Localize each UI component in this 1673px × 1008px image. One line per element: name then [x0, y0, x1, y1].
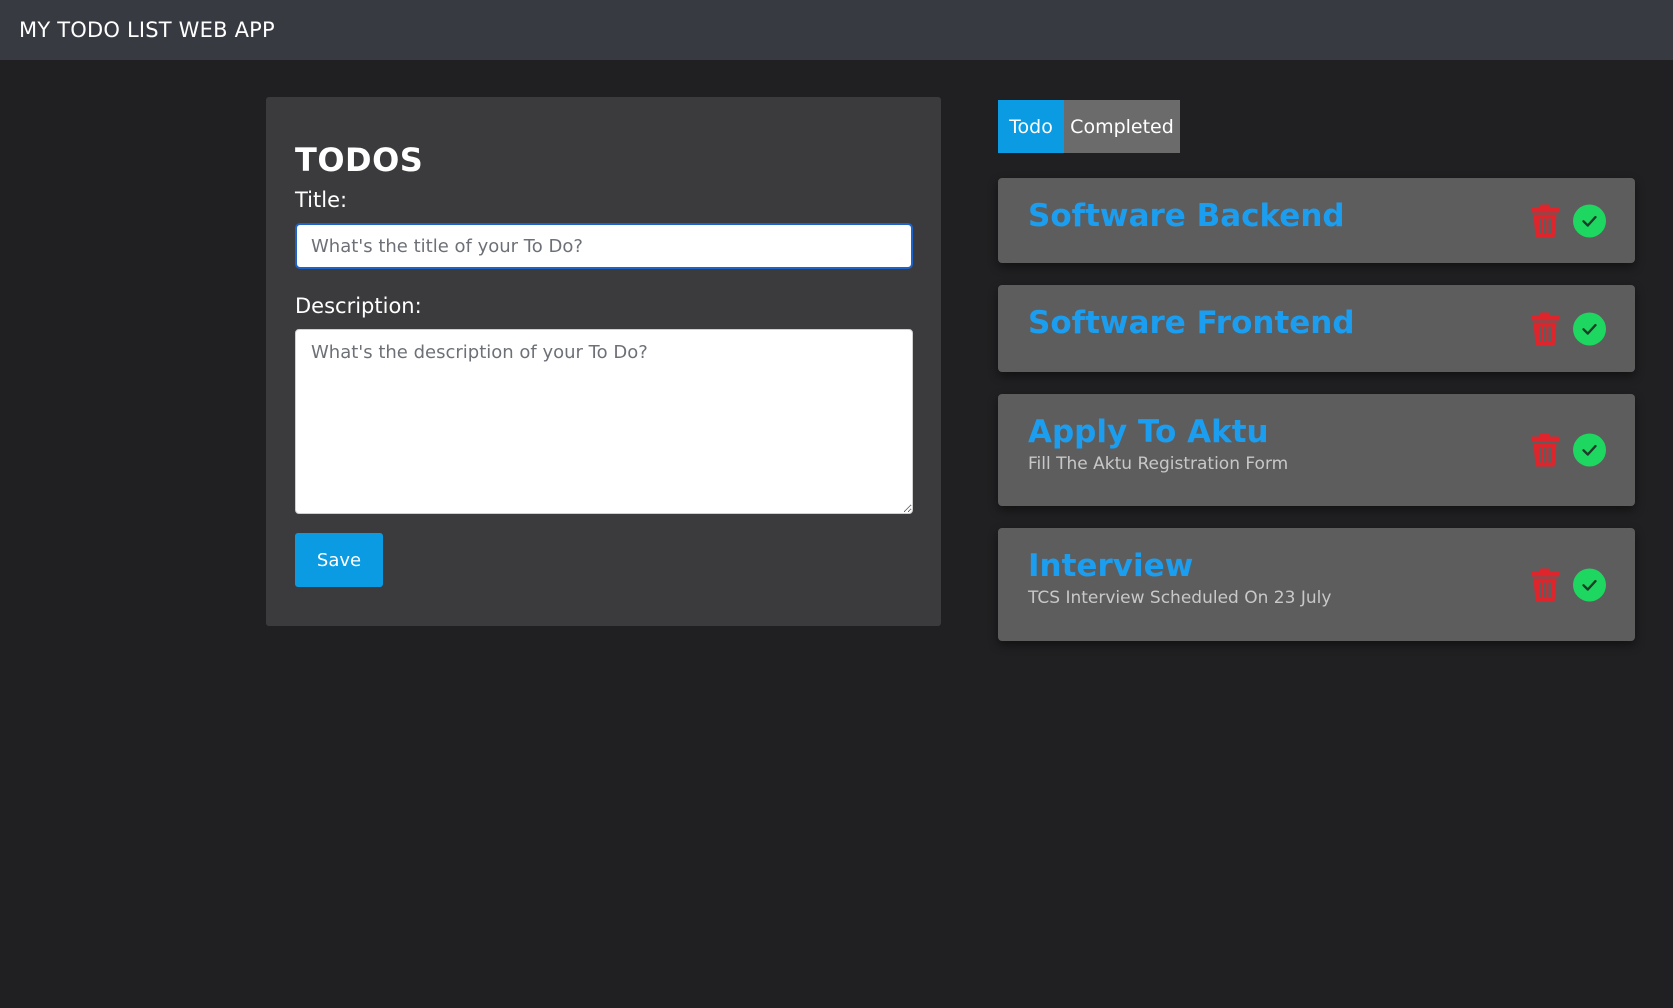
app-title: MY TODO LIST WEB APP [19, 18, 275, 42]
save-button[interactable]: Save [295, 533, 383, 587]
tab-completed[interactable]: Completed [1064, 100, 1180, 153]
todo-item: Apply To Aktu Fill The Aktu Registration… [998, 394, 1635, 506]
trash-icon[interactable] [1531, 312, 1559, 345]
todo-actions [1531, 433, 1606, 467]
check-circle-icon[interactable] [1573, 204, 1606, 237]
tab-bar: Todo Completed [998, 100, 1180, 153]
todo-title: Software Frontend [1028, 305, 1355, 341]
title-input[interactable] [295, 223, 913, 269]
trash-icon[interactable] [1531, 568, 1559, 601]
todo-title: Software Backend [1028, 198, 1345, 234]
top-navbar: MY TODO LIST WEB APP [0, 0, 1673, 60]
title-label: Title: [295, 188, 348, 212]
todo-actions [1531, 312, 1606, 345]
todo-title: Apply To Aktu [1028, 414, 1269, 450]
todo-list: Software Backend Software Frontend Apply… [998, 178, 1635, 663]
tab-todo[interactable]: Todo [998, 100, 1064, 153]
todo-item: Software Backend [998, 178, 1635, 263]
trash-icon[interactable] [1531, 433, 1559, 467]
description-label: Description: [295, 294, 422, 318]
todo-description: Fill The Aktu Registration Form [1028, 454, 1289, 474]
trash-icon[interactable] [1531, 204, 1559, 237]
todo-form-card: TODOS Title: Description: Save [266, 97, 941, 626]
check-circle-icon[interactable] [1573, 433, 1606, 467]
todo-description: TCS Interview Scheduled On 23 July [1028, 588, 1332, 608]
todo-item: Software Frontend [998, 285, 1635, 372]
check-circle-icon[interactable] [1573, 312, 1606, 345]
todo-item: Interview TCS Interview Scheduled On 23 … [998, 528, 1635, 641]
form-heading: TODOS [295, 141, 424, 179]
todo-actions [1531, 204, 1606, 237]
check-circle-icon[interactable] [1573, 568, 1606, 601]
todo-actions [1531, 568, 1606, 601]
todo-title: Interview [1028, 548, 1194, 584]
description-textarea[interactable] [295, 329, 913, 514]
